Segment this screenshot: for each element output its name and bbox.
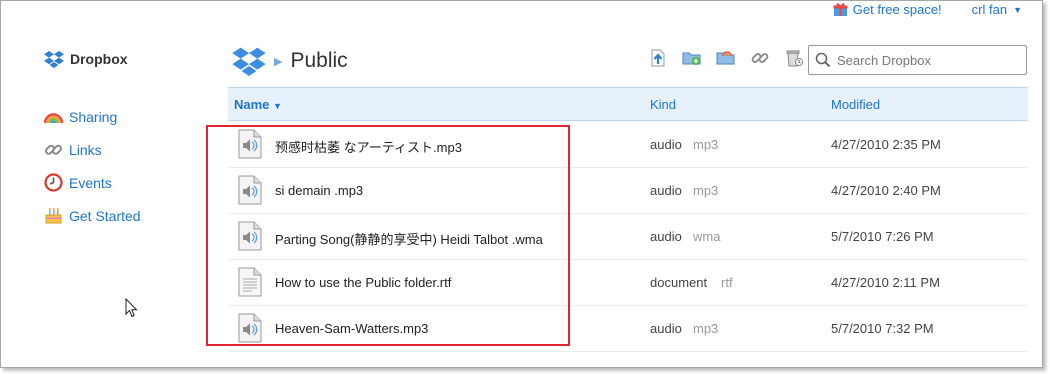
search-box[interactable] xyxy=(808,45,1027,75)
file-name[interactable]: 预感时枯萎 なアーティスト.mp3 xyxy=(275,137,462,156)
search-input[interactable] xyxy=(837,52,1017,68)
table-row[interactable]: How to use the Public folder.rtf documen… xyxy=(228,260,1028,306)
breadcrumb: ▶ Public xyxy=(232,46,348,76)
file-name[interactable]: Heaven-Sam-Watters.mp3 xyxy=(275,321,428,336)
file-extension: rtf xyxy=(721,275,733,290)
column-header-modified[interactable]: Modified xyxy=(831,97,880,112)
column-header-name[interactable]: Name ▼ xyxy=(234,97,282,112)
file-extension: wma xyxy=(693,229,721,244)
rainbow-icon xyxy=(44,113,63,124)
search-icon xyxy=(815,52,831,68)
get-free-space-link[interactable]: Get free space! xyxy=(833,2,942,17)
user-menu[interactable]: crl fan ▼ xyxy=(972,2,1022,17)
file-list: 预感时枯萎 なアーティスト.mp3 audio mp3 4/27/2010 2:… xyxy=(228,122,1028,352)
file-extension: mp3 xyxy=(693,183,719,198)
sidebar-item-label: Links xyxy=(69,141,102,158)
file-kind: audio xyxy=(650,183,682,198)
cake-icon xyxy=(45,208,62,224)
sidebar-item-label: Get Started xyxy=(69,207,141,224)
file-modified: 4/27/2010 2:11 PM xyxy=(831,275,940,290)
audio-file-icon xyxy=(238,221,262,251)
table-row[interactable]: Heaven-Sam-Watters.mp3 audio mp3 5/7/201… xyxy=(228,306,1028,352)
brand-label: Dropbox xyxy=(70,51,128,67)
user-name: crl fan xyxy=(971,2,1008,17)
share-folder-icon[interactable] xyxy=(716,48,736,68)
breadcrumb-separator-icon: ▶ xyxy=(274,55,283,68)
new-folder-icon[interactable] xyxy=(682,48,702,68)
table-row[interactable]: Parting Song(静静的享受中) Heidi Talbot .wma a… xyxy=(228,214,1028,260)
sidebar-nav: Sharing Links Events Get Started xyxy=(44,100,141,232)
sort-descending-icon: ▼ xyxy=(273,101,282,111)
file-list-header: Name ▼ Kind Modified xyxy=(228,87,1028,121)
top-bar: Get free space! crl fan ▼ xyxy=(833,2,1022,17)
file-name[interactable]: Parting Song(静静的享受中) Heidi Talbot .wma xyxy=(275,229,543,248)
get-link-icon[interactable] xyxy=(750,48,770,68)
toolbar xyxy=(648,48,804,68)
sidebar-item-label: Sharing xyxy=(69,108,118,125)
gift-icon xyxy=(833,3,848,16)
sidebar-item-links[interactable]: Links xyxy=(44,133,141,166)
sidebar-item-get-started[interactable]: Get Started xyxy=(44,199,141,232)
file-extension: mp3 xyxy=(693,321,719,336)
sidebar-item-events[interactable]: Events xyxy=(44,166,141,199)
audio-file-icon xyxy=(238,175,262,205)
show-deleted-icon[interactable] xyxy=(784,48,804,68)
sidebar-item-label: Events xyxy=(69,174,112,191)
mouse-cursor-icon xyxy=(125,298,138,318)
file-modified: 4/27/2010 2:40 PM xyxy=(831,183,941,198)
file-kind: audio xyxy=(650,229,682,244)
table-row[interactable]: si demain .mp3 audio mp3 4/27/2010 2:40 … xyxy=(228,168,1028,214)
clock-icon xyxy=(44,173,63,192)
file-kind: audio xyxy=(650,137,682,152)
upload-icon[interactable] xyxy=(648,48,668,68)
dropbox-home-icon[interactable] xyxy=(232,46,266,76)
dropbox-icon xyxy=(44,51,64,68)
sidebar-item-sharing[interactable]: Sharing xyxy=(44,100,141,133)
file-name[interactable]: si demain .mp3 xyxy=(275,183,363,198)
audio-file-icon xyxy=(238,313,262,343)
audio-file-icon xyxy=(238,129,262,159)
column-header-kind[interactable]: Kind xyxy=(650,97,676,112)
dropbox-logo[interactable]: Dropbox xyxy=(44,50,128,68)
column-header-name-label: Name xyxy=(234,97,270,112)
get-free-space-label: Get free space! xyxy=(852,2,942,17)
file-modified: 5/7/2010 7:32 PM xyxy=(831,321,934,336)
chevron-down-icon: ▼ xyxy=(1013,4,1022,15)
file-extension: mp3 xyxy=(693,137,719,152)
file-modified: 5/7/2010 7:26 PM xyxy=(831,229,934,244)
file-name[interactable]: How to use the Public folder.rtf xyxy=(275,275,451,290)
file-kind: audio xyxy=(650,321,682,336)
table-row[interactable]: 预感时枯萎 なアーティスト.mp3 audio mp3 4/27/2010 2:… xyxy=(228,122,1028,168)
file-modified: 4/27/2010 2:35 PM xyxy=(831,137,941,152)
link-icon xyxy=(44,144,63,155)
page-title: Public xyxy=(290,49,348,72)
file-kind: document xyxy=(650,275,708,290)
document-file-icon xyxy=(238,267,262,297)
